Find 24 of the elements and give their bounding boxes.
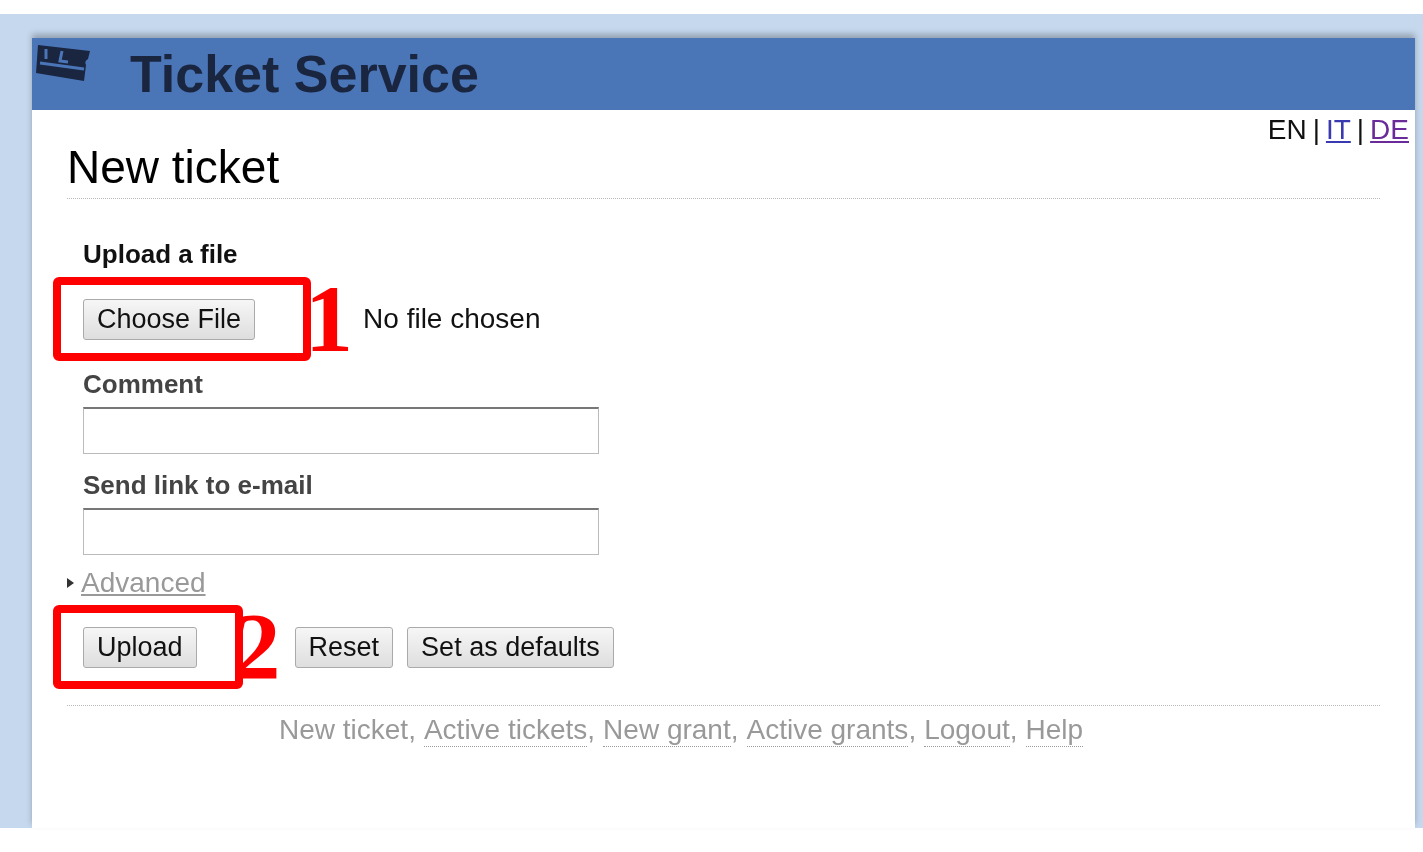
language-link[interactable]: DE — [1370, 116, 1409, 144]
link-separator: , — [908, 714, 917, 747]
form-button[interactable]: Set as defaults — [407, 626, 614, 668]
language-separator: | — [1312, 116, 1320, 144]
form-button[interactable]: Upload — [83, 626, 197, 668]
link-separator: , — [730, 714, 739, 747]
input-field[interactable] — [83, 407, 599, 454]
site-title: Ticket Service — [130, 44, 479, 104]
field-label: Send link to e-mail — [83, 470, 314, 500]
link-separator: , — [1009, 714, 1018, 747]
link-separator: , — [408, 714, 416, 747]
field-label: Comment — [83, 369, 204, 399]
input-field[interactable] — [83, 508, 599, 555]
expand-arrow-icon[interactable] — [65, 576, 75, 590]
page-title: New ticket — [67, 144, 1380, 199]
callout-number: 1 — [305, 284, 354, 354]
file-status: No file chosen — [363, 303, 541, 335]
choose-file-button[interactable]: Choose File — [83, 298, 256, 340]
form-button[interactable]: Reset — [294, 626, 394, 668]
language-link[interactable]: IT — [1325, 116, 1351, 144]
link-separator: , — [587, 714, 596, 747]
language-separator: | — [1356, 116, 1365, 144]
language-link[interactable]: EN — [1267, 116, 1307, 144]
field-label: Upload a file — [83, 239, 239, 269]
